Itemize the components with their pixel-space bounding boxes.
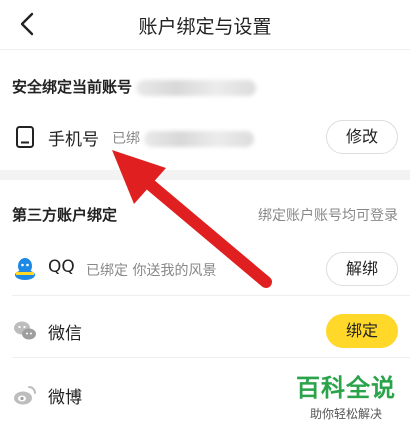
security-section: 安全绑定当前账号 手机号 已绑 修改 [0, 52, 410, 170]
section-divider [0, 170, 410, 180]
watermark: 百科全说 助你轻松解决 [296, 368, 396, 422]
modify-button[interactable]: 修改 [326, 120, 398, 154]
row-divider [12, 357, 410, 358]
top-bar: 账户绑定与设置 [0, 0, 410, 50]
third-party-title: 第三方账户绑定 [12, 206, 118, 224]
security-section-title: 安全绑定当前账号 [12, 76, 257, 97]
qq-icon [12, 256, 38, 282]
qq-label: QQ [48, 257, 75, 277]
weibo-label: 微博 [48, 388, 82, 408]
phone-icon [12, 124, 38, 150]
bind-wechat-button[interactable]: 绑定 [326, 314, 398, 348]
security-title-text: 安全绑定当前账号 [12, 78, 133, 96]
third-party-hint: 绑定账户账号均可登录 [258, 208, 398, 224]
page-title: 账户绑定与设置 [138, 16, 272, 38]
blurred-account [136, 79, 257, 96]
wechat-icon [12, 318, 38, 344]
wechat-row[interactable]: 微信 绑定 [0, 302, 410, 358]
row-divider [12, 295, 410, 296]
phone-row[interactable]: 手机号 已绑 修改 [0, 108, 410, 164]
weibo-icon [12, 382, 38, 408]
unbind-qq-button[interactable]: 解绑 [326, 252, 398, 286]
wechat-label: 微信 [48, 324, 82, 344]
phone-label: 手机号 [48, 130, 99, 150]
qq-row[interactable]: QQ 已绑定 你送我的风景 解绑 [0, 240, 410, 296]
watermark-sub: 助你轻松解决 [309, 407, 382, 421]
watermark-main: 百科全说 [296, 374, 396, 402]
blurred-phone [144, 131, 254, 147]
phone-status-text: 已绑 [112, 131, 140, 147]
phone-status: 已绑 [112, 128, 254, 148]
qq-status: 已绑定 你送我的风景 [86, 263, 217, 279]
